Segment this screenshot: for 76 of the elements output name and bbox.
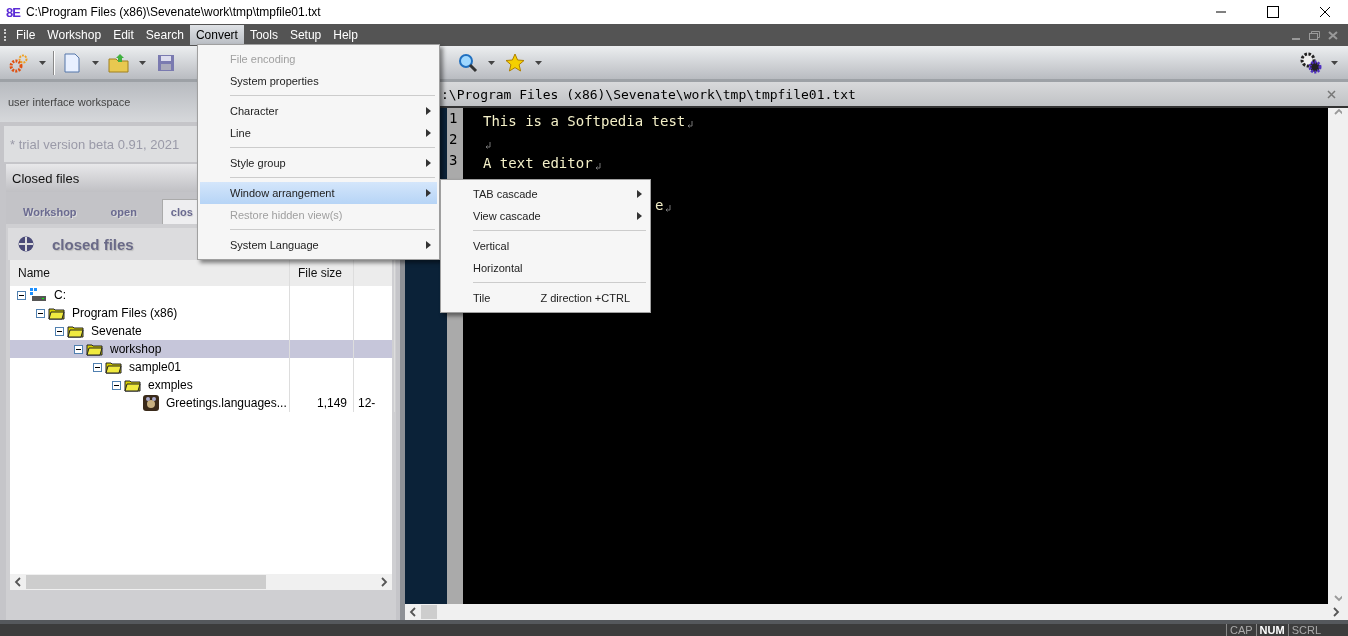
menu-item[interactable]: View cascade [443,205,648,227]
caret-icon[interactable] [1331,60,1338,65]
collapse-toggle-icon[interactable] [112,380,121,390]
collapse-toggle-icon[interactable] [74,344,83,354]
scroll-right-icon[interactable] [380,577,388,587]
caret-icon[interactable] [39,60,46,65]
line-number: 2 [448,131,459,149]
tree-item-label: Greetings.languages... [166,396,287,410]
menu-bar-item[interactable]: Edit [107,25,140,45]
scroll-right-icon[interactable] [1332,607,1340,617]
section-title: closed files [52,235,134,253]
file-path: :\Program Files (x86)\Sevenate\work\tmp\tmpfile01.txt [441,86,857,102]
tree-row[interactable]: exmples [10,376,392,394]
tree-item-label: Sevenate [91,324,142,338]
menu-item[interactable]: Vertical [443,235,648,257]
tree-item-label: sample01 [129,360,182,374]
return-mark-icon [665,205,672,212]
return-mark-icon [594,163,601,170]
menu-item[interactable]: Window arrangement [200,182,437,204]
scrollbar-thumb[interactable] [421,605,437,619]
menu-bar-item[interactable]: Help [327,25,364,45]
line-number: 1 [448,110,459,128]
code-line: A text editor [483,154,593,171]
folder-icon [67,324,84,338]
file-icon [143,395,159,411]
scroll-left-icon[interactable] [14,577,22,587]
scroll-left-icon[interactable] [409,607,417,617]
file-size-text: 1,149 [316,396,347,410]
code-line: e [655,196,664,213]
tree-row[interactable]: sample01 [10,358,392,376]
key-indicator: CAP [1225,624,1256,636]
tree-row[interactable]: C: [10,286,392,304]
window-title: C:\Program Files (x86)\Sevenate\work\tmp\tmpfile01.txt [25,5,322,19]
caret-icon[interactable] [535,60,542,65]
return-mark-icon [485,142,491,149]
collapse-toggle-icon[interactable] [93,362,102,372]
folder-icon [86,342,103,356]
caret-icon[interactable] [488,60,495,65]
tree-row[interactable]: workshop [10,340,392,358]
maximize-icon[interactable] [1267,6,1279,18]
tree-item-label: workshop [110,342,162,356]
menu-item[interactable]: Horizontal [443,257,648,279]
return-mark-icon [687,121,694,128]
folder-icon [124,378,141,392]
tree-row[interactable]: Greetings.languages... 1,149 12- [10,394,392,412]
menu-item[interactable]: Tile Z direction +CTRL [443,287,648,309]
key-indicator: NUM [1255,624,1288,636]
scrollbar-thumb[interactable] [26,575,266,589]
menu-item[interactable]: System Language [200,234,437,256]
menu-bar-item[interactable]: File [10,25,42,45]
collapse-toggle-icon[interactable] [17,290,26,300]
table-cell: 12- [358,396,376,410]
key-indicator: SCRL [1287,624,1324,636]
menu-item[interactable]: TAB cascade [443,183,648,205]
menu-bar-item[interactable]: Search [139,25,190,45]
collapse-toggle-icon[interactable] [55,326,64,336]
collapse-toggle-icon[interactable] [36,308,45,318]
menu-bar-item[interactable]: Convert [189,25,244,45]
crosshair-icon [18,236,34,252]
close-icon[interactable] [1319,6,1331,18]
menu-bar-item[interactable]: Setup [283,25,328,45]
app-logo: 8E [6,4,20,20]
tree-row[interactable]: Program Files (x86) [10,304,392,322]
menu-bar-item[interactable]: Tools [243,25,284,45]
tree-item-label: exmples [148,378,193,392]
folder-icon [105,360,122,374]
restore-icon[interactable] [1309,30,1320,40]
tree-item-label: Program Files (x86) [72,306,178,320]
caret-icon[interactable] [139,60,146,65]
line-number: 3 [448,152,459,170]
drive-icon [29,288,47,302]
tree-item-label: C: [54,288,66,302]
caret-icon[interactable] [92,60,99,65]
menu-bar-item[interactable]: Workshop [41,25,108,45]
folder-icon [48,306,65,320]
code-line: This is a Softpedia test [483,112,686,129]
